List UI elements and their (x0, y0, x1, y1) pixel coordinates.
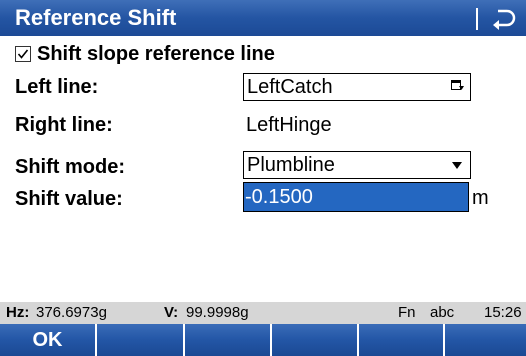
hz-value: 376.6973g (36, 304, 107, 321)
softkey-6[interactable] (445, 324, 526, 356)
clock: 15:26 (484, 304, 522, 321)
softkey-ok[interactable]: OK (0, 324, 97, 356)
window-title: Reference Shift (15, 5, 177, 30)
softkey-5[interactable] (359, 324, 445, 356)
shift-mode-label: Shift mode: (15, 156, 125, 178)
back-arrow-icon[interactable] (490, 6, 516, 30)
checkbox-label: Shift slope reference line (37, 43, 275, 65)
dropdown-arrow-icon[interactable] (452, 162, 462, 169)
left-line-field[interactable]: LeftCatch (243, 73, 471, 101)
softkey-bar: OK (0, 324, 526, 356)
shift-mode-value: Plumbline (247, 154, 335, 176)
left-line-value: LeftCatch (247, 76, 333, 98)
title-bar: Reference Shift (0, 0, 526, 36)
title-separator (476, 8, 478, 30)
fn-indicator: Fn (398, 304, 416, 321)
shift-value-input[interactable]: -0.1500 (243, 182, 469, 212)
softkey-3[interactable] (185, 324, 272, 356)
list-picker-icon[interactable] (451, 80, 464, 92)
v-label: V: (164, 304, 179, 321)
v-value: 99.9998g (186, 304, 249, 321)
shift-value-unit: m (472, 187, 489, 209)
left-line-label: Left line: (15, 76, 99, 98)
hz-label: Hz: (6, 304, 30, 321)
checkbox-box[interactable] (15, 46, 31, 62)
right-line-label: Right line: (15, 114, 113, 136)
softkey-4[interactable] (272, 324, 359, 356)
checkmark-icon (17, 49, 29, 59)
status-bar: Hz: 376.6973g V: 99.9998g Fn abc 15:26 (0, 302, 526, 324)
shift-mode-select[interactable]: Plumbline (243, 151, 471, 179)
input-mode-indicator: abc (430, 304, 455, 321)
softkey-2[interactable] (97, 324, 185, 356)
shift-value-label: Shift value: (15, 188, 123, 210)
right-line-value: LeftHinge (246, 114, 332, 136)
